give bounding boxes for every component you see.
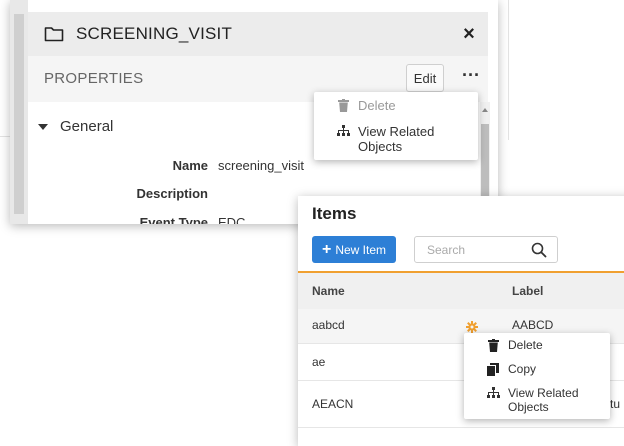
menu-item-label: Delete	[508, 338, 543, 352]
menu-item-label: Delete	[358, 98, 396, 113]
trash-icon	[486, 339, 500, 352]
menu-item-label: Copy	[508, 362, 537, 376]
menu-item-label: View Related Objects	[508, 386, 579, 414]
properties-label: PROPERTIES	[44, 70, 144, 87]
trash-icon	[336, 99, 350, 112]
scroll-up-icon[interactable]	[482, 108, 488, 112]
sitemap-icon	[486, 387, 500, 399]
property-label: Description	[136, 186, 208, 201]
menu-item-delete[interactable]: Delete	[336, 98, 396, 113]
new-item-label: New Item	[335, 242, 387, 257]
item-name: ae	[312, 355, 326, 369]
left-scrollbar[interactable]	[10, 0, 28, 224]
sitemap-icon	[336, 125, 350, 137]
item-name: aabcd	[312, 318, 345, 332]
property-label: Name	[172, 158, 208, 173]
canvas-line	[508, 0, 509, 140]
new-item-button[interactable]: + New Item	[312, 236, 396, 263]
more-options-icon[interactable]: ···	[460, 66, 482, 88]
folder-icon	[44, 27, 64, 42]
copy-icon	[486, 363, 500, 376]
caret-down-icon	[38, 123, 48, 130]
column-header-label[interactable]: Label	[512, 284, 543, 298]
search-input[interactable]	[427, 242, 517, 258]
canvas-line	[0, 136, 10, 137]
items-title: Items	[312, 204, 357, 223]
close-icon[interactable]: ×	[458, 23, 480, 45]
section-general-toggle[interactable]: General	[38, 118, 113, 135]
menu-item-view-related[interactable]: View Related Objects	[486, 386, 604, 414]
column-header-name[interactable]: Name	[312, 284, 345, 298]
item-name: AEACN	[312, 397, 354, 411]
item-context-menu: Delete Copy View Related Objects	[464, 333, 610, 419]
properties-options-menu: Delete View Related Objects	[314, 92, 478, 160]
left-scrollbar-thumb[interactable]	[14, 14, 24, 214]
plus-icon: +	[321, 240, 332, 258]
property-label: Event Type	[139, 215, 208, 224]
section-title: General	[60, 118, 114, 135]
item-label: tu	[610, 397, 621, 411]
properties-header: SCREENING_VISIT ×	[28, 12, 488, 56]
menu-item-delete[interactable]: Delete	[486, 338, 543, 352]
property-value: EDC	[218, 215, 246, 224]
object-title: SCREENING_VISIT	[76, 24, 233, 43]
menu-item-view-related[interactable]: View Related Objects	[336, 124, 466, 154]
menu-item-copy[interactable]: Copy	[486, 362, 536, 376]
item-label: AABCD	[512, 318, 554, 332]
property-value: screening_visit	[218, 158, 304, 173]
search-box[interactable]	[414, 236, 558, 263]
table-header: Name Label	[298, 273, 624, 309]
gear-icon[interactable]	[466, 321, 478, 333]
menu-item-label: View Related Objects	[358, 124, 435, 154]
edit-button[interactable]: Edit	[406, 64, 444, 92]
search-icon[interactable]	[531, 242, 547, 258]
